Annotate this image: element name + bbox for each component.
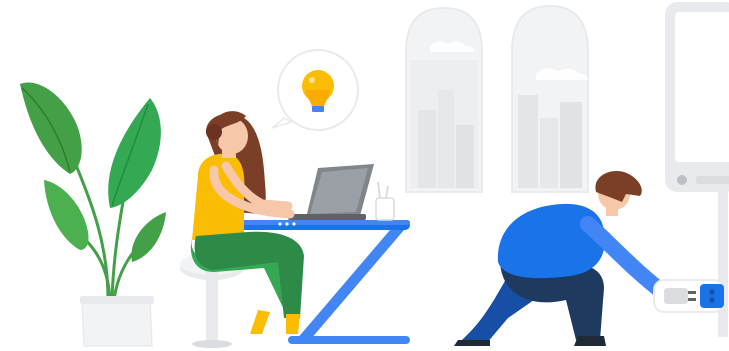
pen-holder (375, 181, 395, 221)
potted-plant (20, 82, 166, 347)
laptop (288, 164, 374, 220)
left-arched-window (405, 6, 483, 193)
man-plugging-cable (454, 170, 676, 346)
lightbulb-thought-bubble (271, 49, 359, 131)
power-outlet (653, 279, 725, 313)
illustration-scene (20, 2, 729, 348)
right-arched-window (511, 4, 589, 193)
